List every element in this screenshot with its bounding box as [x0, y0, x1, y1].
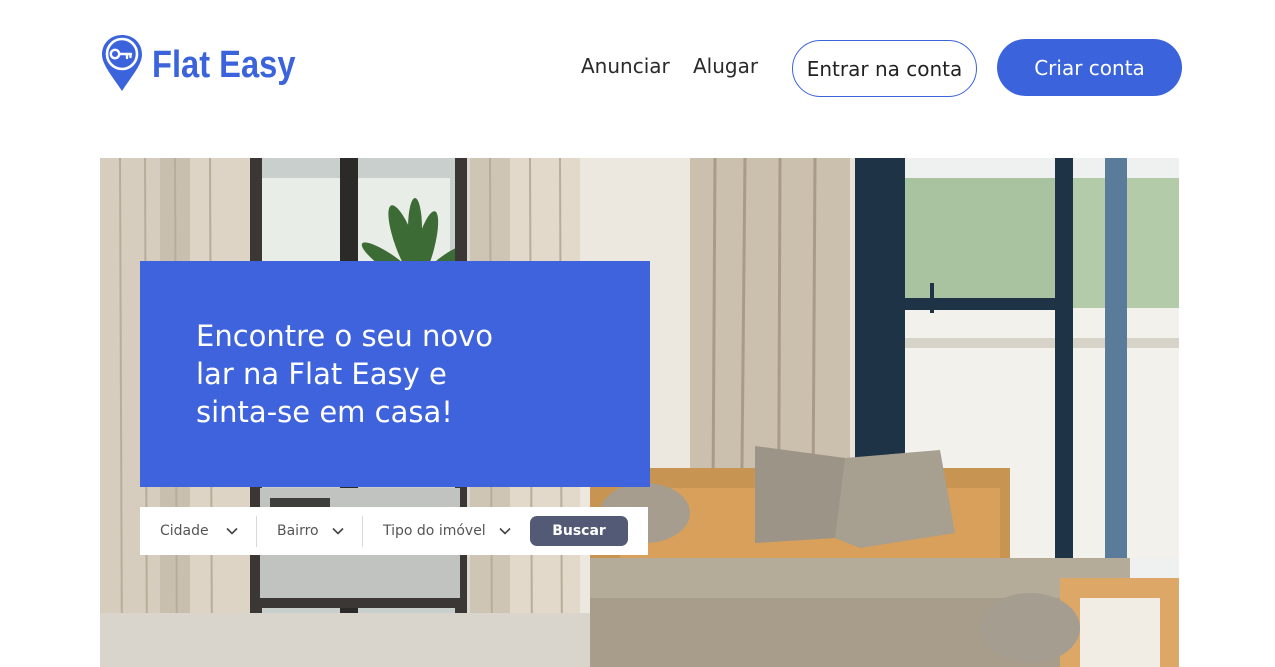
search-button[interactable]: Buscar	[530, 516, 628, 546]
nav-link-alugar[interactable]: Alugar	[693, 54, 758, 78]
city-select[interactable]: Cidade	[140, 507, 256, 555]
chevron-down-icon	[499, 527, 511, 535]
search-bar: Cidade Bairro Tipo do imóvel Buscar	[140, 507, 648, 555]
chevron-down-icon	[332, 527, 344, 535]
neighborhood-select[interactable]: Bairro	[257, 507, 362, 555]
signup-button[interactable]: Criar conta	[997, 39, 1182, 96]
brand-logo[interactable]: Flat Easy	[100, 33, 319, 93]
hero-title: Encontre o seu novo lar na Flat Easy e s…	[196, 319, 494, 429]
login-button[interactable]: Entrar na conta	[792, 40, 977, 97]
nav-link-anunciar[interactable]: Anunciar	[581, 54, 670, 78]
neighborhood-select-label: Bairro	[277, 523, 319, 539]
hero-card: Encontre o seu novo lar na Flat Easy e s…	[140, 261, 650, 487]
key-pin-icon	[102, 35, 142, 91]
city-select-label: Cidade	[160, 523, 209, 539]
brand-name: Flat Easy	[152, 43, 296, 86]
property-type-select-label: Tipo do imóvel	[383, 523, 486, 539]
property-type-select[interactable]: Tipo do imóvel	[363, 507, 523, 555]
chevron-down-icon	[226, 527, 238, 535]
